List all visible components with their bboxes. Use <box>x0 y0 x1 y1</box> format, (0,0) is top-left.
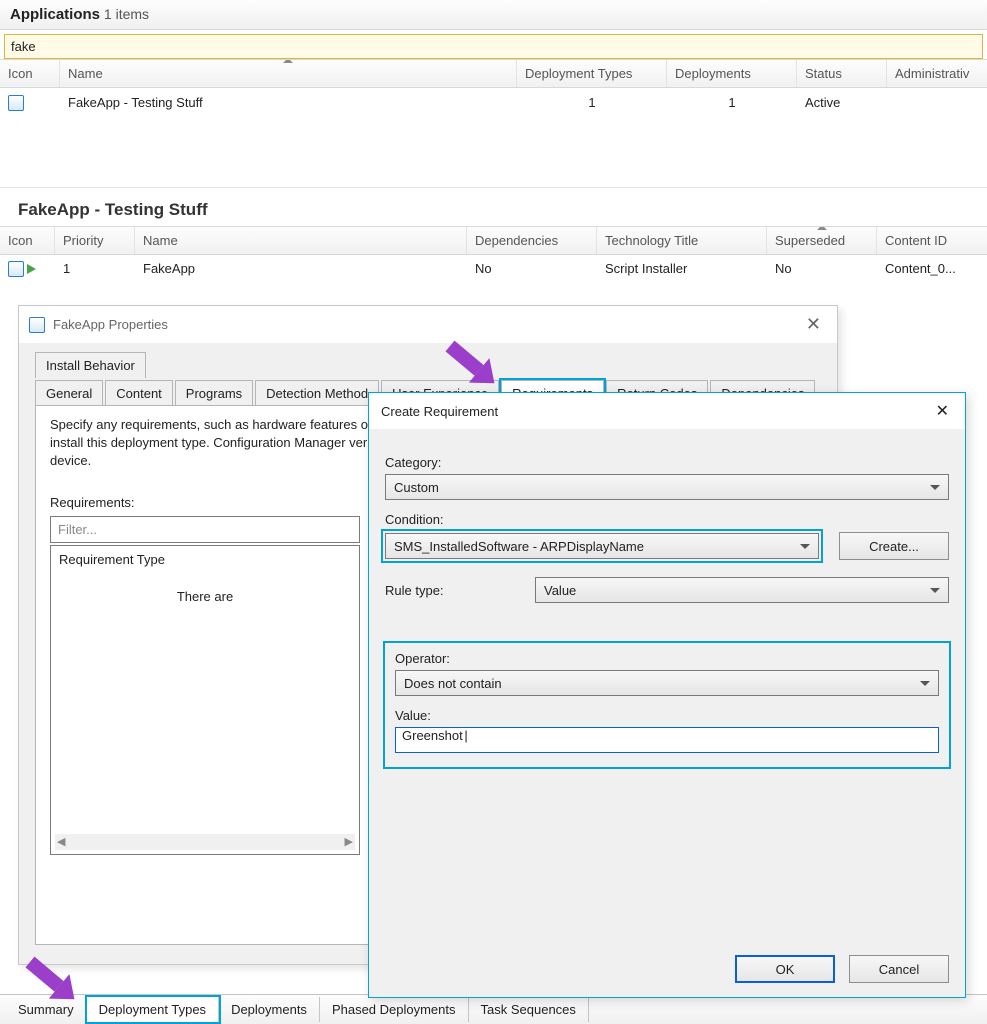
condition-value: SMS_InstalledSoftware - ARPDisplayName <box>394 539 644 554</box>
scroll-left-icon[interactable]: ◀ <box>57 835 65 848</box>
tabs-top: Install Behavior <box>19 351 837 377</box>
row-status: Active <box>797 89 887 116</box>
chevron-down-icon <box>930 485 940 490</box>
chevron-down-icon <box>800 544 810 549</box>
col-dependencies[interactable]: Dependencies <box>467 227 597 254</box>
applications-search-input[interactable]: fake <box>4 34 983 59</box>
row-tech: Script Installer <box>597 255 767 282</box>
col-contentid[interactable]: Content ID <box>877 227 987 254</box>
properties-titlebar[interactable]: FakeApp Properties ✕ <box>19 306 837 343</box>
requirements-empty: There are <box>59 589 351 604</box>
applications-row[interactable]: FakeApp - Testing Stuff 1 1 Active <box>0 88 987 117</box>
operator-label: Operator: <box>395 651 939 666</box>
detail-title: FakeApp - Testing Stuff <box>0 187 987 226</box>
value-label: Value: <box>395 708 939 723</box>
col-icon[interactable]: Icon <box>0 227 55 254</box>
close-button[interactable]: ✕ <box>800 314 827 335</box>
condition-combobox[interactable]: SMS_InstalledSoftware - ARPDisplayName <box>385 533 819 559</box>
requirements-list-header: Requirement Type <box>59 552 351 571</box>
category-label: Category: <box>385 455 949 470</box>
value-input-text: Greenshot <box>402 728 463 743</box>
tab-phased-deployments[interactable]: Phased Deployments <box>320 997 469 1022</box>
applications-header: Applications 1 items <box>0 0 987 30</box>
tab-general[interactable]: General <box>35 380 103 406</box>
condition-label: Condition: <box>385 512 949 527</box>
dialog-icon <box>29 317 45 333</box>
sort-asc-icon <box>817 227 827 230</box>
create-requirement-body: Category: Custom Condition: SMS_Installe… <box>369 429 965 767</box>
create-requirement-title: Create Requirement <box>381 404 498 419</box>
col-priority[interactable]: Priority <box>55 227 135 254</box>
col-deployment-types[interactable]: Deployment Types <box>517 60 667 87</box>
tab-programs[interactable]: Programs <box>175 380 253 406</box>
ruletype-label: Rule type: <box>385 583 515 598</box>
col-deployments[interactable]: Deployments <box>667 60 797 87</box>
row-icon-cell <box>0 88 60 117</box>
tab-summary[interactable]: Summary <box>6 997 87 1022</box>
operator-value: Does not contain <box>404 676 502 691</box>
arrow-right-icon <box>27 264 36 274</box>
ruletype-value: Value <box>544 583 576 598</box>
tab-content[interactable]: Content <box>105 380 173 406</box>
search-value: fake <box>11 39 36 54</box>
properties-title: FakeApp Properties <box>53 317 168 332</box>
dt-row[interactable]: 1 FakeApp No Script Installer No Content… <box>0 255 987 284</box>
create-requirement-footer: OK Cancel <box>735 955 949 983</box>
col-superseded[interactable]: Superseded <box>767 227 877 254</box>
dt-grid-header[interactable]: Icon Priority Name Dependencies Technolo… <box>0 227 987 255</box>
deployment-types-grid: Icon Priority Name Dependencies Technolo… <box>0 226 987 284</box>
tab-install-behavior[interactable]: Install Behavior <box>35 352 146 378</box>
value-input[interactable]: Greenshot <box>395 727 939 753</box>
ruletype-combobox[interactable]: Value <box>535 577 949 603</box>
col-icon[interactable]: Icon <box>0 60 60 87</box>
category-value: Custom <box>394 480 439 495</box>
row-icon-cell <box>0 255 55 284</box>
requirements-list[interactable]: Requirement Type There are ◀ ▶ <box>50 545 360 855</box>
applications-grid: Icon Name Deployment Types Deployments S… <box>0 59 987 117</box>
applications-count: 1 items <box>104 6 149 22</box>
sort-asc-icon <box>283 60 293 63</box>
col-status[interactable]: Status <box>797 60 887 87</box>
cancel-button[interactable]: Cancel <box>849 955 949 983</box>
row-cid: Content_0... <box>877 255 987 282</box>
category-combobox[interactable]: Custom <box>385 474 949 500</box>
col-name[interactable]: Name <box>135 227 467 254</box>
row-dep: No <box>467 255 597 282</box>
app-icon <box>8 95 24 111</box>
row-admin <box>887 96 987 108</box>
chevron-down-icon <box>930 588 940 593</box>
create-condition-button[interactable]: Create... <box>839 532 949 560</box>
close-button[interactable]: ✕ <box>932 401 953 421</box>
row-priority: 1 <box>55 255 135 282</box>
operator-combobox[interactable]: Does not contain <box>395 670 939 696</box>
tab-detection-method[interactable]: Detection Method <box>255 380 379 406</box>
horizontal-scrollbar[interactable]: ◀ ▶ <box>55 834 355 850</box>
requirements-filter-input[interactable]: Filter... <box>50 516 360 543</box>
create-requirement-titlebar[interactable]: Create Requirement ✕ <box>369 393 965 429</box>
ok-button[interactable]: OK <box>735 955 835 983</box>
tab-task-sequences[interactable]: Task Sequences <box>469 997 589 1022</box>
row-name: FakeApp - Testing Stuff <box>60 89 517 116</box>
col-name[interactable]: Name <box>60 60 517 87</box>
row-name: FakeApp <box>135 255 467 282</box>
tab-deployment-types[interactable]: Deployment Types <box>87 997 219 1022</box>
col-technology[interactable]: Technology Title <box>597 227 767 254</box>
tab-deployments[interactable]: Deployments <box>219 997 320 1022</box>
scroll-right-icon[interactable]: ▶ <box>345 835 353 848</box>
operator-value-block: Operator: Does not contain Value: Greens… <box>385 643 949 767</box>
applications-title: Applications <box>10 6 100 23</box>
dt-icon <box>8 261 24 277</box>
col-admin[interactable]: Administrativ <box>887 60 987 87</box>
row-sup: No <box>767 255 877 282</box>
chevron-down-icon <box>920 681 930 686</box>
row-dt: 1 <box>517 89 667 116</box>
create-requirement-dialog: Create Requirement ✕ Category: Custom Co… <box>368 392 966 998</box>
row-dep: 1 <box>667 89 797 116</box>
applications-grid-header[interactable]: Icon Name Deployment Types Deployments S… <box>0 60 987 88</box>
detail-bottom-tabs: Summary Deployment Types Deployments Pha… <box>0 994 987 1024</box>
